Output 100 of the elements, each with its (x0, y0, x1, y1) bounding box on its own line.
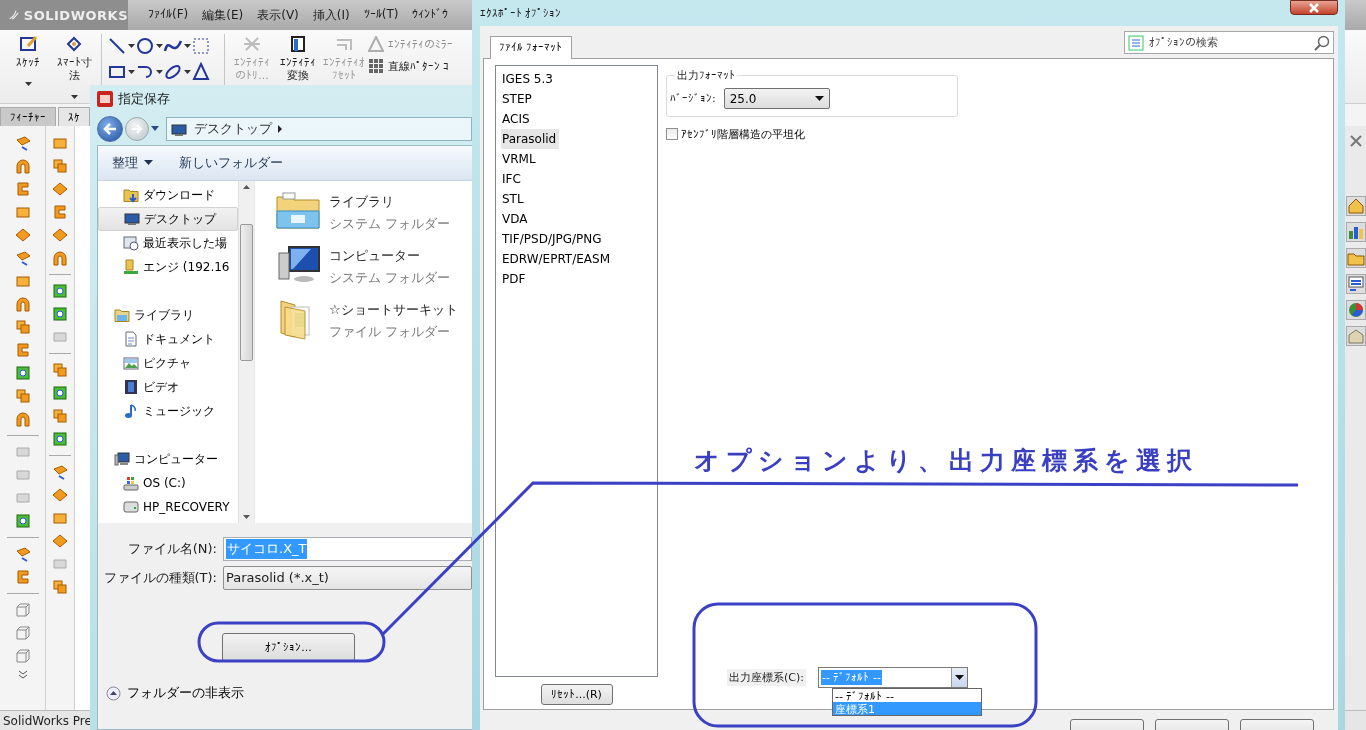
tool-button[interactable]: ｴﾝﾃｨﾃｨ変換 (276, 34, 320, 82)
list-item[interactable]: IFC (501, 168, 524, 189)
nav-item[interactable]: ミュージック (98, 399, 238, 423)
folder-item[interactable]: ライブラリ システム フォルダー (275, 189, 472, 233)
list-item[interactable]: VRML (501, 148, 539, 169)
circle-icon (135, 36, 155, 56)
feature-tool-button[interactable] (13, 387, 32, 405)
nav-item[interactable]: ライブラリ (98, 303, 238, 327)
list-item[interactable]: Parasolid (501, 128, 560, 149)
sketch-tool-button[interactable] (135, 36, 155, 56)
cube-icon (13, 601, 32, 619)
tool-button[interactable]: ｽﾏｰﾄ寸法 (52, 34, 96, 103)
tool-button[interactable]: 直線ﾊﾟﾀｰﾝ ｺ (368, 58, 453, 74)
back-button[interactable] (97, 115, 123, 142)
feature-tool-button[interactable] (51, 226, 69, 244)
menu-item[interactable]: 編集(E) (202, 6, 244, 24)
tab[interactable]: ﾌｧｲﾙ ﾌｫｰﾏｯﾄ (490, 35, 572, 59)
nav-item[interactable]: OS (C:) (98, 471, 238, 495)
list-item[interactable]: STL (501, 188, 527, 209)
forward-button[interactable] (125, 116, 149, 141)
feature-tool-button[interactable] (51, 157, 69, 175)
task-pane-button[interactable] (1345, 196, 1366, 216)
list-item[interactable]: EDRW/EPRT/EASM (501, 248, 613, 269)
feature-tool-button[interactable] (51, 578, 69, 596)
item-type: システム フォルダー (329, 215, 451, 233)
feature-tool-button[interactable] (51, 305, 69, 323)
sketch-tool-button[interactable] (191, 62, 211, 82)
nav-item[interactable]: エンジ (192.16 (98, 255, 238, 279)
list-item[interactable]: ACIS (501, 108, 533, 129)
dropdown-list[interactable]: -- ﾃﾞﾌｫﾙﾄ -- 座標系1 (832, 688, 982, 716)
feature-tool-button[interactable] (13, 318, 32, 336)
feature-tool-button[interactable] (13, 410, 32, 428)
sketch-tool-button[interactable] (107, 36, 127, 56)
nav-item[interactable]: 最近表示した場 (98, 231, 238, 255)
close-icon (1308, 2, 1320, 13)
menu-item[interactable]: 挿入(I) (312, 6, 350, 24)
scrollbar[interactable] (238, 181, 254, 523)
caret-icon (184, 69, 191, 75)
arrow-icon (131, 123, 143, 134)
nav-item[interactable]: ダウンロード (98, 183, 238, 207)
item-name: コンピューター (329, 247, 421, 265)
feature-tool-button[interactable] (51, 203, 69, 221)
feature-tool-button[interactable] (13, 157, 32, 175)
menu-item[interactable]: ｳｨﾝﾄﾞｳ (412, 6, 449, 24)
feature-tool-button[interactable] (51, 532, 69, 550)
task-pane-button[interactable] (1345, 300, 1366, 320)
list-item[interactable]: IGES 5.3 (501, 68, 556, 89)
list-item[interactable]: TIF/PSD/JPG/PNG (501, 228, 605, 249)
folder-item[interactable]: コンピューター システム フォルダー (275, 243, 472, 287)
nav-item[interactable]: ビデオ (98, 375, 238, 399)
feature-tool-button[interactable] (51, 180, 69, 198)
nav-item[interactable]: HP_RECOVERY (98, 495, 238, 519)
reset-button[interactable]: ﾘｾｯﾄ...(R) (540, 683, 613, 705)
menu-item[interactable]: 表示(V) (257, 6, 299, 24)
feature-tool-button[interactable] (51, 463, 69, 481)
caret-icon (184, 43, 191, 49)
feature-tool-button[interactable] (51, 249, 69, 267)
options-button[interactable]: ｵﾌﾟｼｮﾝ... (222, 633, 355, 662)
task-pane-button[interactable] (1345, 248, 1366, 268)
address-bar[interactable]: デスクトップ (166, 116, 472, 141)
film-icon (123, 379, 139, 395)
task-pane-button[interactable] (1345, 222, 1366, 242)
version-dropdown[interactable]: 25.0 (723, 88, 830, 110)
hide-folders-button[interactable]: フォルダーの非表示 (106, 684, 244, 702)
list-item[interactable]: STEP (501, 88, 535, 109)
menu-item[interactable]: ﾂｰﾙ(T) (363, 6, 399, 24)
feature-tool-button[interactable] (13, 295, 32, 313)
toolbar-button[interactable]: 新しいフォルダー (179, 154, 283, 172)
feature-tool-button[interactable] (13, 226, 32, 244)
checkbox[interactable]: ｱｾﾝﾌﾞﾘ階層構造の平坦化 (666, 126, 805, 142)
feature-tool-button[interactable] (13, 512, 32, 530)
feature-tool-button[interactable] (51, 430, 69, 448)
tool-icon (288, 34, 308, 54)
file-type-dropdown[interactable]: Parasolid (*.x_t) (223, 565, 472, 590)
feature-tool-button[interactable] (51, 361, 69, 379)
feature-tool-button[interactable] (51, 384, 69, 402)
search-field[interactable]: ｵﾌﾟｼｮﾝの検索 (1124, 30, 1334, 54)
folder-icon (123, 187, 139, 203)
nav-item[interactable]: デスクトップ (98, 207, 238, 231)
task-pane-button[interactable] (1345, 274, 1366, 294)
feature-tool-button[interactable] (13, 364, 32, 382)
list-item[interactable]: PDF (501, 268, 529, 289)
close-button[interactable] (1290, 0, 1338, 15)
feature-tool-button[interactable] (51, 486, 69, 504)
tool-button[interactable]: ｽｹｯﾁ (6, 34, 50, 90)
format-list[interactable]: IGES 5.3 STEP ACIS Parasolid VRML IFC STL VDA TIF/PSD/JPG/PNG EDRW/EPRT/EASM PDF (495, 64, 658, 677)
nav-item[interactable]: ドキュメント (98, 327, 238, 351)
feature-tool-button[interactable] (51, 282, 69, 300)
folder-item[interactable]: ☆ショートサーキット ファイル フォルダー (275, 297, 472, 341)
tab[interactable]: ﾌｨｰﾁｬｰ (0, 107, 56, 126)
nav-item[interactable]: コンピューター (98, 447, 238, 471)
sketch-tool-button[interactable] (163, 62, 183, 82)
tab[interactable]: ｽｹ (58, 107, 90, 126)
nav-item[interactable]: ピクチャ (98, 351, 238, 375)
toolbar-button[interactable]: 整理 (112, 154, 153, 172)
window-icon (123, 235, 139, 251)
list-item[interactable]: VDA (501, 208, 531, 229)
dropdown-option[interactable]: -- ﾃﾞﾌｫﾙﾄ -- (833, 689, 981, 702)
feature-tool-button[interactable] (51, 407, 69, 425)
menu-item[interactable]: ﾌｧｲﾙ(F) (148, 6, 189, 24)
